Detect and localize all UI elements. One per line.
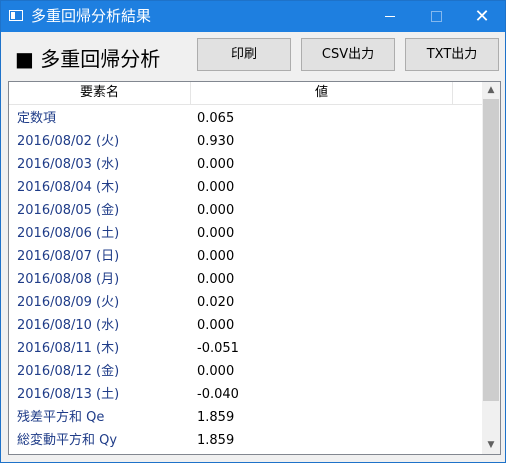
element-name-cell: 2016/08/05 (金)	[17, 203, 120, 218]
app-icon	[9, 10, 23, 21]
table-row[interactable]: 2016/08/04 (木) 0.000	[9, 176, 482, 199]
value-cell: 0.930	[197, 134, 235, 149]
value-cell: 0.020	[197, 295, 235, 310]
csv-export-button[interactable]: CSV出力	[301, 38, 395, 71]
maximize-icon	[430, 10, 442, 22]
analysis-heading: ■ 多重回帰分析	[15, 47, 161, 71]
table-row[interactable]: 2016/08/13 (土) -0.040	[9, 383, 482, 406]
value-cell: -0.051	[197, 341, 239, 356]
element-name-cell: 2016/08/08 (月)	[17, 272, 120, 287]
table-row[interactable]: 2016/08/08 (月) 0.000	[9, 268, 482, 291]
element-name-cell: 総変動平方和 Qy	[17, 433, 118, 448]
column-header-value[interactable]: 値	[191, 82, 453, 104]
table-row[interactable]: 2016/08/07 (日) 0.000	[9, 245, 482, 268]
value-cell: 0.000	[197, 157, 235, 172]
title-bar[interactable]: 多重回帰分析結果 ✕	[1, 1, 505, 32]
results-window: 多重回帰分析結果 ✕ ■ 多重回帰分析 印刷 CSV出力 TXT出力 要素名 値…	[0, 0, 506, 463]
minimize-icon	[385, 15, 395, 17]
table-row[interactable]: 2016/08/11 (木) -0.051	[9, 337, 482, 360]
element-name-cell: 2016/08/03 (水)	[17, 157, 120, 172]
element-name-cell: 2016/08/04 (木)	[17, 180, 120, 195]
element-name-cell: 2016/08/13 (土)	[17, 387, 120, 402]
chevron-down-icon[interactable]: ▼	[482, 437, 500, 454]
close-button[interactable]: ✕	[459, 1, 505, 32]
element-name-cell: 残差平方和 Qe	[17, 410, 105, 425]
element-name-cell: 2016/08/02 (火)	[17, 134, 120, 149]
value-cell: 0.000	[197, 318, 235, 333]
minimize-button[interactable]	[367, 1, 413, 32]
table-row[interactable]: 2016/08/10 (水) 0.000	[9, 314, 482, 337]
table-row[interactable]: 2016/08/03 (水) 0.000	[9, 153, 482, 176]
element-name-cell: 2016/08/07 (日)	[17, 249, 120, 264]
window-title: 多重回帰分析結果	[31, 7, 152, 25]
value-cell: 0.000	[197, 272, 235, 287]
value-cell: 0.000	[197, 364, 235, 379]
scrollbar-thumb[interactable]	[483, 99, 499, 401]
column-header-element-name[interactable]: 要素名	[9, 82, 191, 104]
table-row[interactable]: 定数項 0.065	[9, 107, 482, 130]
txt-export-button[interactable]: TXT出力	[405, 38, 499, 71]
vertical-scrollbar[interactable]: ▲ ▼	[482, 82, 500, 454]
value-cell: -0.040	[197, 387, 239, 402]
table-row[interactable]: 2016/08/05 (金) 0.000	[9, 199, 482, 222]
value-cell: 0.000	[197, 226, 235, 241]
chevron-up-icon[interactable]: ▲	[482, 82, 500, 99]
grid-header: 要素名 値	[9, 82, 482, 105]
value-cell: 0.000	[197, 180, 235, 195]
table-row[interactable]: 総変動平方和 Qy 1.859	[9, 429, 482, 452]
print-button[interactable]: 印刷	[197, 38, 291, 71]
close-icon: ✕	[474, 6, 490, 27]
value-cell: 0.000	[197, 249, 235, 264]
grid-rows: 定数項 0.065 2016/08/02 (火) 0.930 2016/08/03 …	[9, 107, 482, 452]
element-name-cell: 定数項	[17, 111, 57, 126]
element-name-cell: 2016/08/09 (火)	[17, 295, 120, 310]
table-row[interactable]: 残差平方和 Qe 1.859	[9, 406, 482, 429]
value-cell: 0.000	[197, 203, 235, 218]
column-header-filler	[453, 82, 482, 104]
table-row[interactable]: 2016/08/06 (土) 0.000	[9, 222, 482, 245]
value-cell: 1.859	[197, 433, 235, 448]
element-name-cell: 2016/08/12 (金)	[17, 364, 120, 379]
results-grid[interactable]: 要素名 値 定数項 0.065 2016/08/02 (火) 0.930 2016/…	[8, 81, 501, 455]
table-row[interactable]: 2016/08/12 (金) 0.000	[9, 360, 482, 383]
table-row[interactable]: 2016/08/02 (火) 0.930	[9, 130, 482, 153]
element-name-cell: 2016/08/10 (水)	[17, 318, 120, 333]
table-row[interactable]: 2016/08/09 (火) 0.020	[9, 291, 482, 314]
maximize-button	[413, 1, 459, 32]
value-cell: 0.065	[197, 111, 235, 126]
value-cell: 1.859	[197, 410, 235, 425]
element-name-cell: 2016/08/06 (土)	[17, 226, 120, 241]
element-name-cell: 2016/08/11 (木)	[17, 341, 120, 356]
